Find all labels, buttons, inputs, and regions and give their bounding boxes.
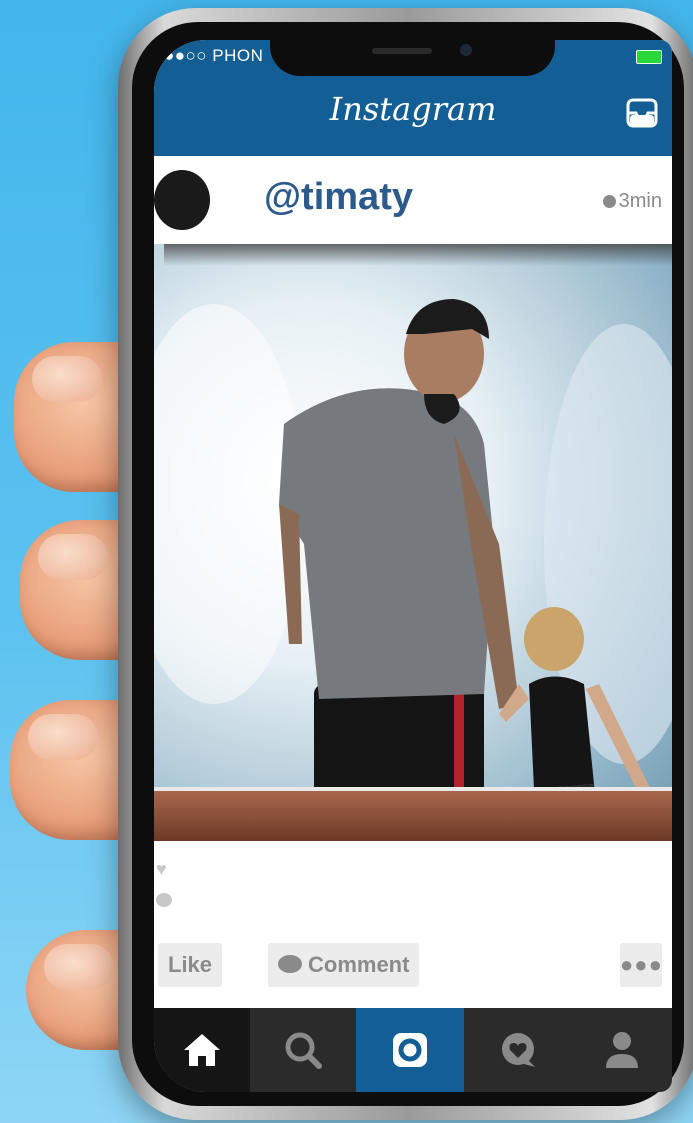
carrier-label: ●●○○ PHON <box>164 46 264 65</box>
app-screen: ●●○○ PHON Instagram @timaty 3min ♥ Like … <box>154 40 672 1092</box>
fingernail <box>38 534 108 580</box>
tab-profile[interactable] <box>572 1008 672 1092</box>
tab-bar <box>154 1008 672 1092</box>
boat-deck <box>154 791 672 841</box>
comment-label: Comment <box>308 952 410 977</box>
app-title: Instagram <box>329 90 497 128</box>
post-timestamp: 3min <box>602 190 662 213</box>
inbox-icon[interactable] <box>626 98 658 128</box>
fingernail <box>28 714 98 760</box>
tab-camera[interactable] <box>356 1008 464 1092</box>
home-icon <box>184 1034 220 1066</box>
post-actions: ♥ Like Comment ●●● <box>154 841 672 1011</box>
heart-icon: ♥ <box>156 859 167 879</box>
photo-people-illustration <box>154 299 672 834</box>
post-time-label: 3min <box>618 190 662 212</box>
activity-icon <box>502 1033 535 1067</box>
search-icon <box>285 1032 322 1069</box>
fingernail <box>44 944 114 990</box>
like-button[interactable]: Like <box>158 943 223 987</box>
camera-icon <box>393 1033 427 1067</box>
comment-icon <box>278 955 302 973</box>
tab-activity[interactable] <box>464 1008 572 1092</box>
more-options-button[interactable]: ●●● <box>620 943 662 987</box>
phone-notch <box>270 28 555 76</box>
comment-button[interactable]: Comment <box>268 943 420 987</box>
fingernail <box>32 356 102 402</box>
post-username[interactable]: @timaty <box>264 176 413 219</box>
avatar[interactable] <box>154 170 210 230</box>
tab-search[interactable] <box>250 1008 356 1092</box>
post-header: @timaty 3min <box>154 156 672 244</box>
speaker-grille <box>372 48 432 54</box>
battery-icon <box>636 50 662 64</box>
profile-icon <box>606 1032 638 1068</box>
post-photo[interactable] <box>154 244 672 841</box>
front-camera <box>460 44 472 56</box>
like-label: Like <box>168 952 213 977</box>
tab-home[interactable] <box>154 1008 250 1092</box>
comment-bubble-icon <box>156 893 172 907</box>
clock-icon <box>602 195 616 208</box>
